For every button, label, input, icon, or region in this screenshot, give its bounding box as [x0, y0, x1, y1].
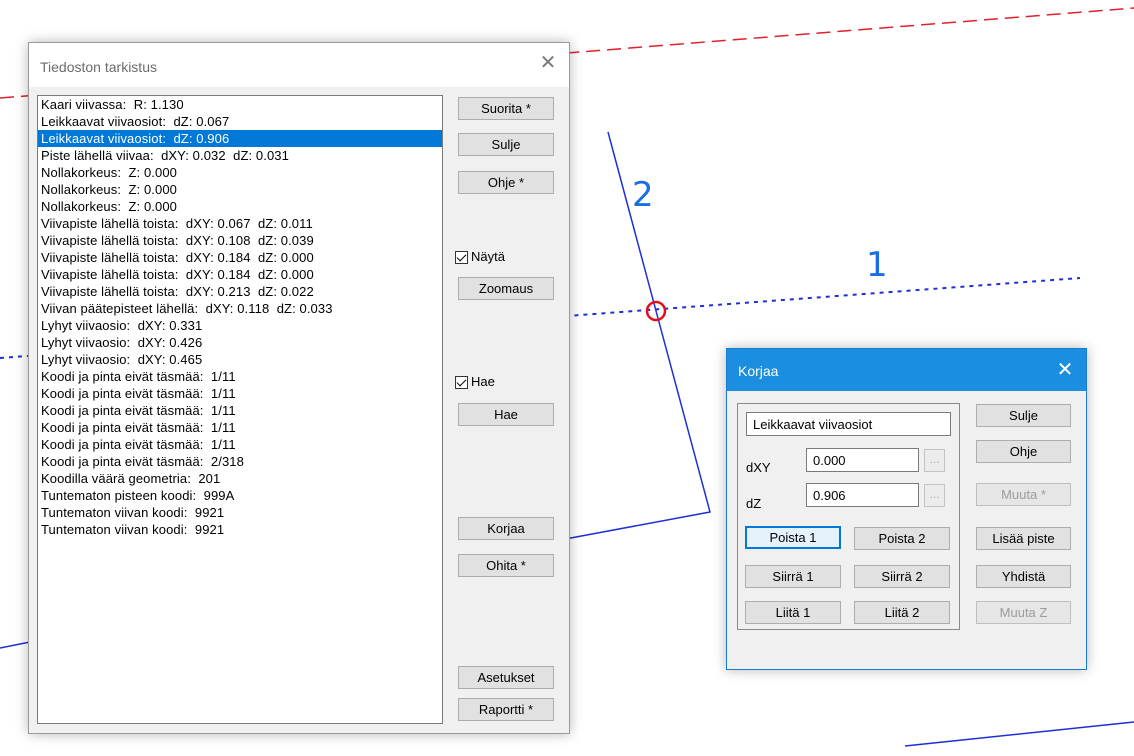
settings-button[interactable]: Asetukset — [458, 666, 554, 689]
add-point-button[interactable]: Lisää piste — [976, 527, 1071, 550]
dxy-label: dXY — [746, 460, 771, 475]
search-checkbox[interactable]: Hae — [455, 374, 495, 390]
list-item[interactable]: Koodi ja pinta eivät täsmää: 1/11 — [38, 419, 442, 436]
list-item[interactable]: Koodi ja pinta eivät täsmää: 1/11 — [38, 368, 442, 385]
run-button[interactable]: Suorita * — [458, 97, 554, 120]
checkbox-checked-icon[interactable] — [455, 375, 468, 389]
list-item[interactable]: Leikkaavat viivaosiot: dZ: 0.067 — [38, 113, 442, 130]
dz-browse-button[interactable]: ... — [924, 484, 945, 507]
list-item[interactable]: Lyhyt viivaosio: dXY: 0.426 — [38, 334, 442, 351]
list-item[interactable]: Viivapiste lähellä toista: dXY: 0.108 dZ… — [38, 232, 442, 249]
modify-button[interactable]: Muuta * — [976, 483, 1071, 506]
list-item[interactable]: Tuntematon pisteen koodi: 999A — [38, 487, 442, 504]
list-item[interactable]: Nollakorkeus: Z: 0.000 — [38, 164, 442, 181]
delete-2-button[interactable]: Poista 2 — [854, 527, 950, 550]
list-item[interactable]: Lyhyt viivaosio: dXY: 0.331 — [38, 317, 442, 334]
skip-button[interactable]: Ohita * — [458, 554, 554, 577]
issue-name-field: Leikkaavat viivaosiot — [746, 412, 951, 436]
dz-label: dZ — [746, 496, 762, 511]
delete-1-button[interactable]: Poista 1 — [745, 526, 841, 549]
dialog-title: Tiedoston tarkistus — [40, 59, 157, 75]
report-button[interactable]: Raportti * — [458, 698, 554, 721]
list-item[interactable]: Koodi ja pinta eivät täsmää: 1/11 — [38, 402, 442, 419]
close-button[interactable]: Sulje — [976, 404, 1071, 427]
checkbox-checked-icon[interactable] — [455, 250, 468, 264]
blue-solid-line-bottom — [904, 721, 1134, 747]
show-checkbox[interactable]: Näytä — [455, 249, 505, 265]
list-item[interactable]: Viivapiste lähellä toista: dXY: 0.184 dZ… — [38, 249, 442, 266]
dxy-browse-button[interactable]: ... — [924, 449, 945, 472]
list-item[interactable]: Nollakorkeus: Z: 0.000 — [38, 198, 442, 215]
issue-listbox[interactable]: Kaari viivassa: R: 1.130 Leikkaavat viiva… — [37, 95, 443, 724]
list-item[interactable]: Leikkaavat viivaosiot: dZ: 0.906 — [38, 130, 442, 147]
list-item[interactable]: Koodi ja pinta eivät täsmää: 1/11 — [38, 385, 442, 402]
list-item[interactable]: Viivapiste lähellä toista: dXY: 0.213 dZ… — [38, 283, 442, 300]
fix-groupbox: Leikkaavat viivaosiot dXY 0.000 ... dZ 0… — [737, 403, 960, 630]
list-item[interactable]: Viivapiste lähellä toista: dXY: 0.184 dZ… — [38, 266, 442, 283]
fix-dialog: Korjaa ✕ Leikkaavat viivaosiot dXY 0.000… — [726, 348, 1087, 670]
list-item[interactable]: Piste lähellä viivaa: dXY: 0.032 dZ: 0.0… — [38, 147, 442, 164]
fix-button[interactable]: Korjaa — [458, 517, 554, 540]
fix-dialog-title: Korjaa — [738, 363, 779, 379]
modify-z-button[interactable]: Muuta Z — [976, 601, 1071, 624]
list-item[interactable]: Kaari viivassa: R: 1.130 — [38, 96, 442, 113]
help-button[interactable]: Ohje — [976, 440, 1071, 463]
line-label-1: 1 — [866, 245, 888, 285]
list-item[interactable]: Viivan päätepisteet lähellä: dXY: 0.118 … — [38, 300, 442, 317]
show-checkbox-label: Näytä — [471, 249, 505, 264]
search-button[interactable]: Hae — [458, 403, 554, 426]
list-item[interactable]: Koodi ja pinta eivät täsmää: 1/11 — [38, 436, 442, 453]
help-button[interactable]: Ohje * — [458, 171, 554, 194]
search-checkbox-label: Hae — [471, 374, 495, 389]
zoom-button[interactable]: Zoomaus — [458, 277, 554, 300]
fix-dialog-titlebar[interactable]: Korjaa ✕ — [727, 349, 1086, 391]
line-label-2: 2 — [632, 175, 654, 215]
close-icon[interactable]: ✕ — [537, 52, 559, 74]
dz-field[interactable]: 0.906 — [806, 483, 919, 507]
list-item[interactable]: Nollakorkeus: Z: 0.000 — [38, 181, 442, 198]
join-2-button[interactable]: Liitä 2 — [854, 601, 950, 624]
combine-button[interactable]: Yhdistä — [976, 565, 1071, 588]
list-item[interactable]: Koodi ja pinta eivät täsmää: 2/318 — [38, 453, 442, 470]
list-item[interactable]: Koodilla väärä geometria: 201 — [38, 470, 442, 487]
dxy-field[interactable]: 0.000 — [806, 448, 919, 472]
join-1-button[interactable]: Liitä 1 — [745, 601, 841, 624]
close-icon[interactable]: ✕ — [1054, 359, 1076, 381]
dialog-titlebar[interactable]: Tiedoston tarkistus ✕ — [29, 43, 569, 87]
list-item[interactable]: Lyhyt viivaosio: dXY: 0.465 — [38, 351, 442, 368]
list-item[interactable]: Tuntematon viivan koodi: 9921 — [38, 504, 442, 521]
close-button[interactable]: Sulje — [458, 133, 554, 156]
move-1-button[interactable]: Siirrä 1 — [745, 565, 841, 588]
move-2-button[interactable]: Siirrä 2 — [854, 565, 950, 588]
list-item[interactable]: Tuntematon viivan koodi: 9921 — [38, 521, 442, 538]
file-check-dialog: Tiedoston tarkistus ✕ Kaari viivassa: R:… — [28, 42, 570, 734]
list-item[interactable]: Viivapiste lähellä toista: dXY: 0.067 dZ… — [38, 215, 442, 232]
